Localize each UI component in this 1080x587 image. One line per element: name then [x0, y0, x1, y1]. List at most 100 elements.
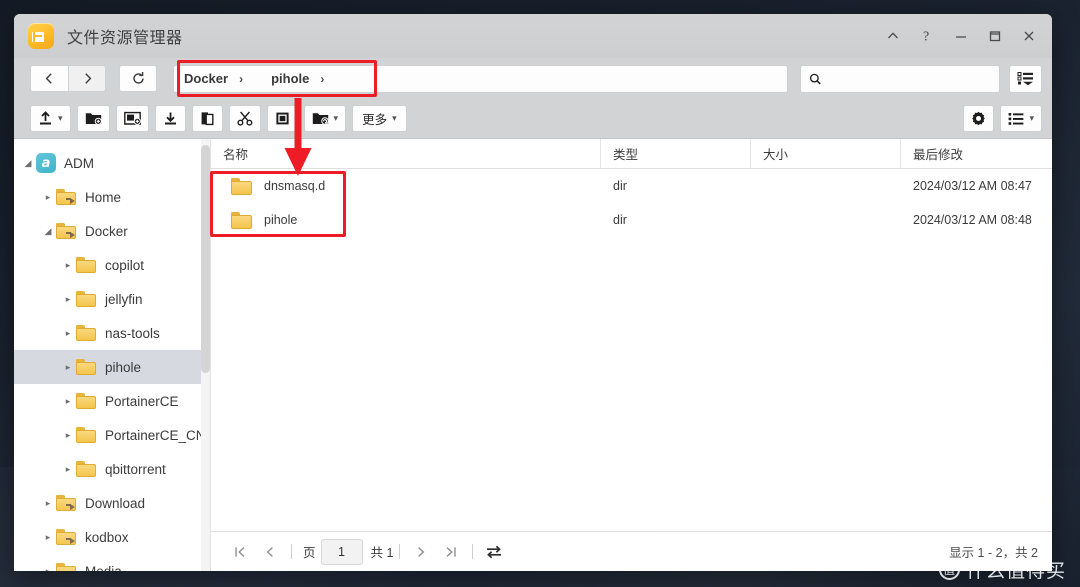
- sidebar-item-copilot[interactable]: ▸ copilot: [14, 248, 210, 282]
- divider: [399, 544, 401, 559]
- upload-button[interactable]: ▾: [30, 105, 71, 132]
- file-list-pane: 名称 类型 大小 最后修改 dnsmasq.d dir 2024/03/12 A…: [211, 139, 1052, 571]
- prev-page-icon[interactable]: [255, 539, 285, 565]
- sidebar-item-pihole[interactable]: ▸ pihole: [14, 350, 210, 384]
- sidebar-item-download[interactable]: ▸ Download: [14, 486, 210, 520]
- sidebar-item-kodbox[interactable]: ▸ kodbox: [14, 520, 210, 554]
- paste-button[interactable]: [266, 105, 298, 132]
- sidebar-item-portainerce[interactable]: ▸ PortainerCE: [14, 384, 210, 418]
- twisty-collapsed-icon[interactable]: ▸: [60, 260, 76, 271]
- page-number-input[interactable]: 1: [320, 538, 363, 565]
- sidebar-item-label: Media: [85, 563, 122, 572]
- refresh-icon[interactable]: [485, 544, 503, 560]
- twisty-collapsed-icon[interactable]: ▸: [40, 566, 56, 572]
- breadcrumb-item-docker[interactable]: Docker: [184, 71, 228, 86]
- twisty-collapsed-icon[interactable]: ▸: [40, 532, 56, 543]
- sidebar-item-jellyfin[interactable]: ▸ jellyfin: [14, 282, 210, 316]
- chevron-down-icon: ▾: [1029, 113, 1034, 123]
- file-list-header: 名称 类型 大小 最后修改: [211, 139, 1052, 169]
- breadcrumb[interactable]: Docker › pihole ›: [173, 64, 788, 93]
- minimize-icon[interactable]: [944, 21, 978, 51]
- forward-icon[interactable]: [68, 65, 106, 92]
- total-pages-label: 共 1: [370, 546, 394, 560]
- sidebar-item-nas-tools[interactable]: ▸ nas-tools: [14, 316, 210, 350]
- upload-icon: [40, 111, 51, 125]
- twisty-collapsed-icon[interactable]: ▸: [60, 430, 76, 441]
- cell-mtime: 2024/03/12 AM 08:48: [913, 213, 1032, 227]
- share-button[interactable]: ▾: [303, 105, 347, 132]
- cell-type: dir: [613, 179, 627, 193]
- column-header-name[interactable]: 名称: [211, 139, 601, 168]
- twisty-collapsed-icon[interactable]: ▸: [60, 396, 76, 407]
- sidebar-item-label: ADM: [64, 155, 94, 171]
- sidebar-item-portainerce-cn[interactable]: ▸ PortainerCE_CN: [14, 418, 210, 452]
- twisty-collapsed-icon[interactable]: ▸: [40, 498, 56, 509]
- chevron-down-icon: ▾: [333, 113, 339, 123]
- cell-name[interactable]: dnsmasq.d: [211, 169, 601, 203]
- filter-list-icon[interactable]: [1009, 64, 1042, 93]
- twisty-collapsed-icon[interactable]: ▸: [40, 192, 56, 203]
- new-shared-folder-button[interactable]: [115, 105, 149, 132]
- title-bar[interactable]: 文件资源管理器 ?: [14, 14, 1052, 58]
- sidebar-item-label: PortainerCE_CN: [105, 427, 206, 443]
- reload-icon[interactable]: [119, 65, 157, 92]
- close-icon[interactable]: [1012, 21, 1046, 51]
- settings-button[interactable]: [963, 105, 995, 132]
- back-icon[interactable]: [30, 65, 68, 92]
- chevron-up-icon[interactable]: [876, 21, 910, 51]
- divider: [291, 544, 292, 559]
- next-page-icon[interactable]: [406, 539, 436, 565]
- search-input[interactable]: [828, 71, 991, 86]
- sidebar-item-label: nas-tools: [105, 325, 160, 341]
- more-button[interactable]: 更多 ▾: [352, 105, 407, 132]
- twisty-collapsed-icon[interactable]: ▸: [60, 328, 76, 339]
- share-icon: [312, 113, 329, 125]
- page-label: 页: [303, 546, 316, 560]
- shared-folder-icon: [56, 189, 77, 205]
- twisty-collapsed-icon[interactable]: ▸: [60, 294, 76, 305]
- download-button[interactable]: [154, 105, 186, 132]
- sidebar-item-adm[interactable]: ◢ a ADM: [14, 146, 210, 180]
- table-row[interactable]: pihole dir 2024/03/12 AM 08:48: [211, 203, 1052, 237]
- cell-size: [751, 203, 901, 237]
- sidebar-item-label: PortainerCE: [105, 393, 179, 409]
- new-folder-button[interactable]: [76, 105, 110, 132]
- twisty-expanded-icon[interactable]: ◢: [20, 158, 36, 169]
- paste-icon: [275, 112, 289, 125]
- shared-folder-icon: [56, 563, 77, 571]
- column-header-size[interactable]: 大小: [751, 139, 901, 168]
- chevron-right-icon: ›: [320, 71, 325, 86]
- folder-icon: [76, 359, 97, 375]
- folder-icon: [76, 461, 97, 477]
- cell-name[interactable]: pihole: [211, 203, 601, 237]
- column-header-type[interactable]: 类型: [601, 139, 751, 168]
- view-mode-button[interactable]: ▾: [1000, 105, 1042, 132]
- last-page-icon[interactable]: [436, 539, 466, 565]
- breadcrumb-item-pihole[interactable]: pihole: [271, 71, 309, 86]
- file-list-rows: dnsmasq.d dir 2024/03/12 AM 08:47 pihole…: [211, 169, 1052, 531]
- sidebar-item-docker[interactable]: ◢ Docker: [14, 214, 210, 248]
- shared-folder-icon: [56, 495, 77, 511]
- column-header-mtime[interactable]: 最后修改: [901, 139, 1052, 168]
- sidebar-scrollbar-thumb[interactable]: [201, 145, 210, 373]
- copy-icon: [201, 112, 214, 126]
- folder-tree-sidebar[interactable]: ◢ a ADM ▸ Home ◢ Docker ▸ copilot ▸ jell…: [14, 139, 211, 571]
- help-icon[interactable]: ?: [910, 21, 944, 51]
- sidebar-item-label: copilot: [105, 257, 145, 273]
- cut-button[interactable]: [228, 105, 261, 132]
- copy-button[interactable]: [191, 105, 223, 132]
- sidebar-item-home[interactable]: ▸ Home: [14, 180, 210, 214]
- twisty-collapsed-icon[interactable]: ▸: [60, 464, 76, 475]
- sidebar-item-media[interactable]: ▸ Media: [14, 554, 210, 571]
- chevron-right-icon: ›: [239, 71, 244, 86]
- search-icon: [809, 73, 821, 85]
- twisty-collapsed-icon[interactable]: ▸: [60, 362, 76, 373]
- sidebar-item-qbittorrent[interactable]: ▸ qbittorrent: [14, 452, 210, 486]
- table-row[interactable]: dnsmasq.d dir 2024/03/12 AM 08:47: [211, 169, 1052, 203]
- search-area: [800, 64, 1042, 93]
- first-page-icon[interactable]: [225, 539, 255, 565]
- twisty-expanded-icon[interactable]: ◢: [40, 226, 56, 237]
- shared-folder-icon: [56, 223, 77, 239]
- search-box[interactable]: [800, 64, 1000, 93]
- maximize-icon[interactable]: [978, 21, 1012, 51]
